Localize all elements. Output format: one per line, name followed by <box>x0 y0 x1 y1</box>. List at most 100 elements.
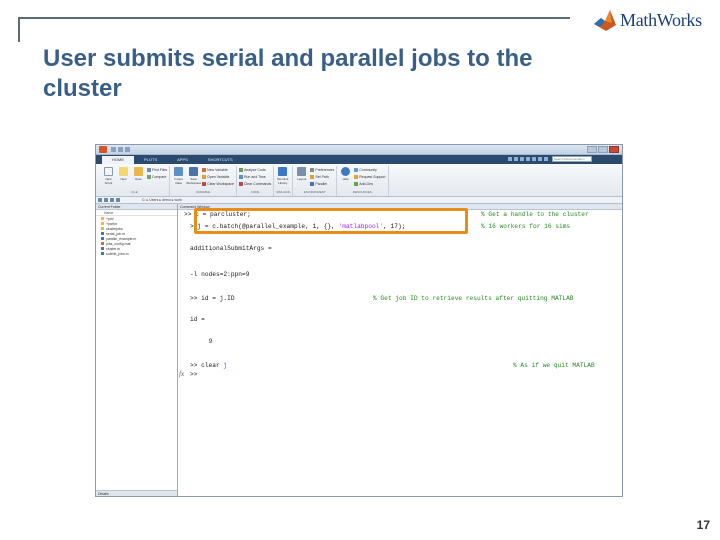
add-ons-button[interactable]: Add-Ons <box>354 181 385 187</box>
command-comment: % Get a handle to the cluster <box>481 211 589 218</box>
find-files-button[interactable]: Find Files <box>147 167 167 173</box>
command-line: >> clear j <box>190 362 227 370</box>
folder-icon <box>101 217 104 220</box>
new-icon <box>119 167 128 176</box>
slide-frame-left <box>18 17 20 42</box>
set-path-icon <box>310 175 315 179</box>
gear-icon <box>310 168 315 172</box>
import-data-icon <box>174 167 184 176</box>
group-label-file: FILE <box>131 190 138 194</box>
forward-arrow-icon[interactable] <box>104 198 108 202</box>
clear-command-arg: j <box>223 362 228 369</box>
minimize-button[interactable] <box>587 146 597 153</box>
undo-icon[interactable] <box>532 157 536 161</box>
ribbon-group-environment: Layout Preferences Set Path Parallel ENV… <box>293 166 338 196</box>
help-button[interactable]: Help <box>339 166 352 190</box>
logo-text: MathWorks <box>620 9 702 30</box>
copy-icon[interactable] <box>520 157 524 161</box>
save-icon[interactable] <box>508 157 512 161</box>
request-support-icon <box>354 175 359 179</box>
clear-workspace-button[interactable]: Clear Workspace <box>202 181 234 187</box>
mathworks-logo: MathWorks <box>592 6 702 34</box>
compare-button[interactable]: Compare <box>147 174 167 180</box>
save-quick-icon[interactable] <box>111 147 116 152</box>
command-prompt[interactable]: >> <box>190 371 197 379</box>
open-button[interactable]: Open <box>132 166 145 190</box>
up-folder-icon[interactable] <box>110 198 114 202</box>
preferences-button[interactable]: Preferences <box>310 167 334 173</box>
undo-quick-icon[interactable] <box>118 147 123 152</box>
output-line: additionalSubmitArgs = <box>190 245 272 252</box>
batch-command-highlight <box>194 208 468 234</box>
back-arrow-icon[interactable] <box>98 198 102 202</box>
membrane-logo-icon <box>594 10 616 31</box>
layout-button[interactable]: Layout <box>295 166 308 190</box>
clear-workspace-icon <box>202 182 207 186</box>
save-workspace-icon <box>189 167 199 176</box>
help-icon[interactable] <box>544 157 548 161</box>
maximize-button[interactable] <box>598 146 608 153</box>
new-button[interactable]: New <box>117 166 130 190</box>
clear-commands-button[interactable]: Clear Commands <box>238 181 271 187</box>
group-label-environment: ENVIRONMENT <box>303 190 326 194</box>
page-number: 17 <box>696 518 710 532</box>
ribbon-group-resources: Help Community Request Support Add-Ons R… <box>337 166 389 196</box>
window-controls <box>587 146 619 153</box>
run-and-time-button[interactable]: Run and Time <box>238 174 271 180</box>
fx-icon[interactable]: fx <box>179 370 184 378</box>
simulink-library-button[interactable]: Simulink Library <box>276 166 289 190</box>
folder-icon <box>101 227 104 230</box>
window-titlebar <box>96 145 622 155</box>
request-support-button[interactable]: Request Support <box>354 174 386 180</box>
current-path[interactable]: C: ▸ Users ▸ demo ▸ work <box>142 198 182 202</box>
desktop-body: Current Folder Name +priv +parfor cluste… <box>96 204 622 496</box>
output-line: id = <box>190 316 205 323</box>
address-bar: C: ▸ Users ▸ demo ▸ work <box>96 197 622 204</box>
new-script-button[interactable]: New Script <box>102 166 115 190</box>
m-file-icon <box>101 232 104 235</box>
compare-icon <box>147 175 151 179</box>
layout-icon <box>297 167 307 176</box>
simulink-library-icon <box>278 167 288 176</box>
close-button[interactable] <box>609 146 619 153</box>
search-documentation-input[interactable]: Search Documentation <box>552 156 592 162</box>
tab-home[interactable]: HOME <box>102 156 134 164</box>
clear-command-code: >> clear <box>190 362 224 369</box>
save-workspace-button[interactable]: Save Workspace <box>186 166 201 190</box>
details-panel-toggle[interactable]: Details <box>96 490 177 496</box>
output-value: 9 <box>190 338 213 345</box>
clear-commands-icon <box>238 182 243 186</box>
redo-quick-icon[interactable] <box>125 147 130 152</box>
quick-access-toolbar <box>111 147 130 152</box>
paste-icon[interactable] <box>526 157 530 161</box>
mat-file-icon <box>101 242 104 245</box>
analyze-code-button[interactable]: Analyze Code <box>238 167 271 173</box>
add-ons-icon <box>354 182 359 186</box>
matlab-window: HOME PLOTS APPS SHORTCUTS Search Documen… <box>95 144 623 497</box>
open-variable-icon <box>202 175 207 179</box>
tab-plots[interactable]: PLOTS <box>134 156 167 164</box>
slide-frame-top <box>18 17 570 19</box>
cut-icon[interactable] <box>514 157 518 161</box>
tab-apps[interactable]: APPS <box>167 156 198 164</box>
current-folder-panel: Current Folder Name +priv +parfor cluste… <box>96 204 178 496</box>
ribbon-tab-strip: HOME PLOTS APPS SHORTCUTS Search Documen… <box>96 155 622 164</box>
run-and-time-icon <box>238 175 243 179</box>
browse-folder-icon[interactable] <box>116 198 120 202</box>
find-files-icon <box>147 168 151 172</box>
community-button[interactable]: Community <box>354 167 385 173</box>
slide-title: User submits serial and parallel jobs to… <box>43 45 533 102</box>
parallel-button[interactable]: Parallel <box>310 181 334 187</box>
m-file-icon <box>101 252 104 255</box>
community-icon <box>354 168 359 172</box>
set-path-button[interactable]: Set Path <box>310 174 334 180</box>
new-variable-button[interactable]: New Variable <box>202 167 234 173</box>
import-data-button[interactable]: Import Data <box>172 166 185 190</box>
new-script-icon <box>104 167 113 176</box>
file-item[interactable]: submit_jobs.m <box>96 251 177 256</box>
open-variable-button[interactable]: Open Variable <box>202 174 234 180</box>
command-window[interactable]: Command Window >> c = parcluster; % Get … <box>178 204 622 496</box>
redo-icon[interactable] <box>538 157 542 161</box>
tab-shortcuts[interactable]: SHORTCUTS <box>198 156 243 164</box>
matlab-app-icon <box>99 146 107 153</box>
